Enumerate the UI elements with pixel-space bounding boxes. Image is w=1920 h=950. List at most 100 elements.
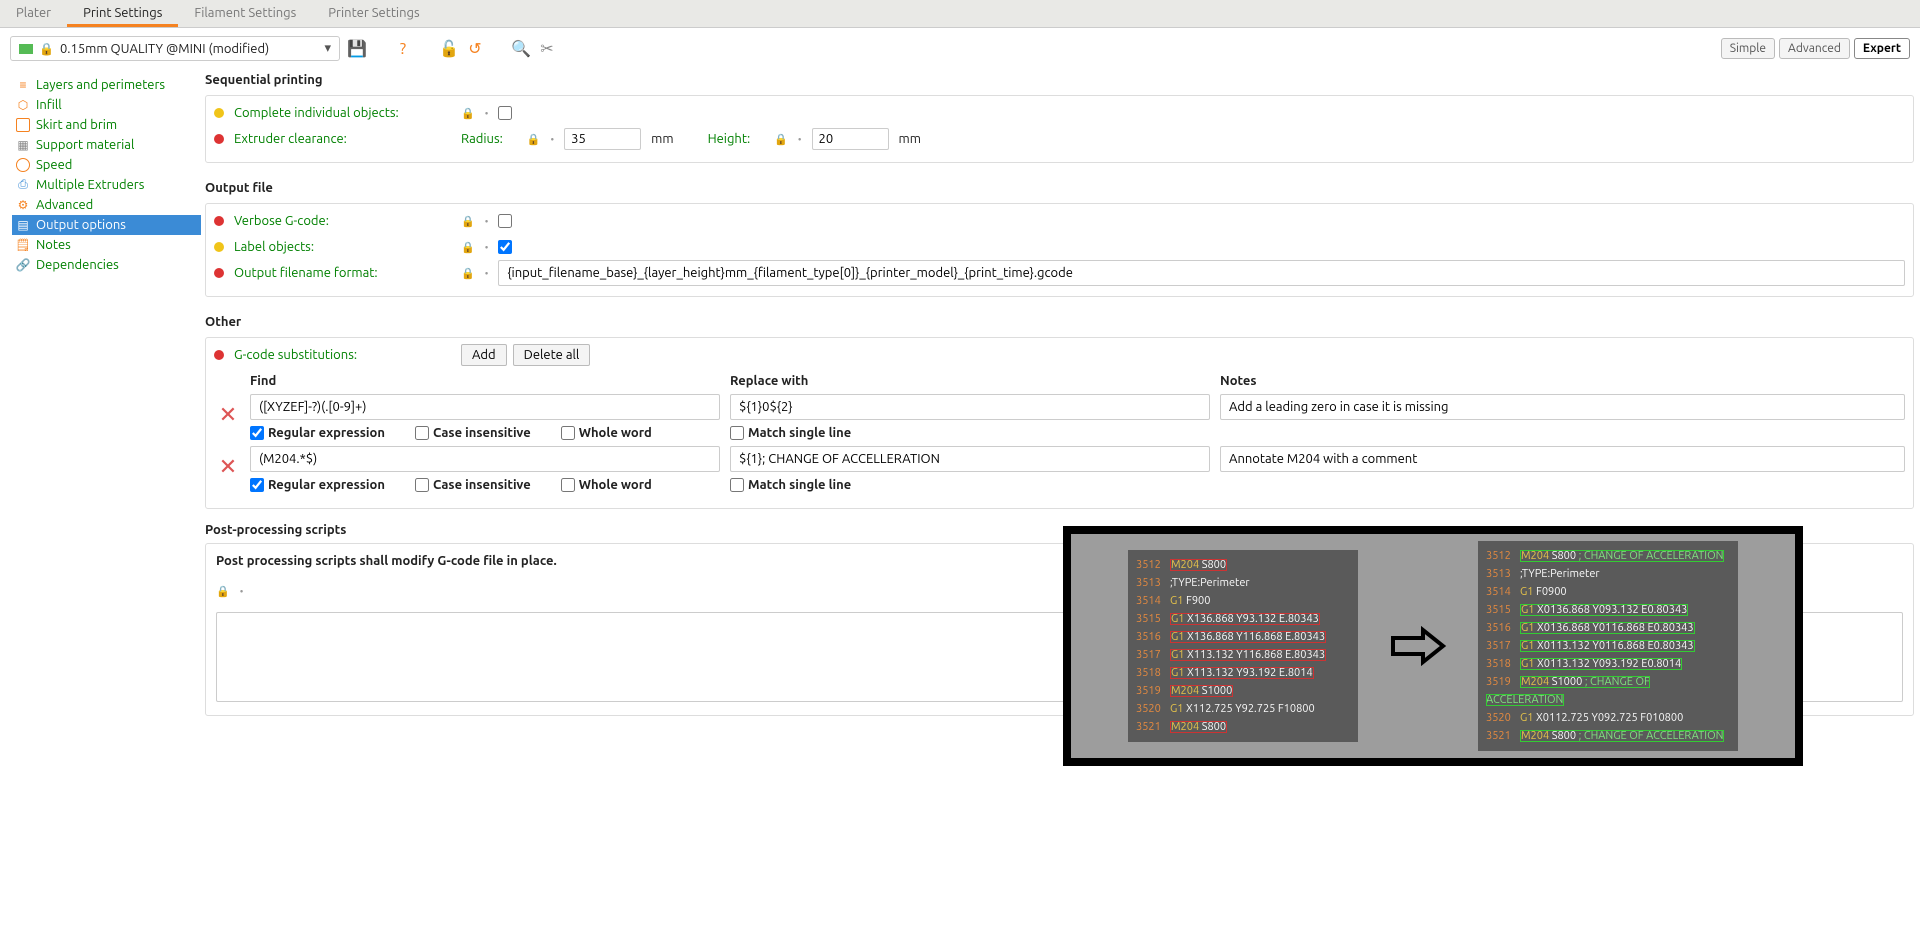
notes-icon: 🗒: [16, 238, 30, 252]
flag-label: Regular expression: [268, 426, 385, 440]
sidebar: ≡Layers and perimeters ⬡Infill Skirt and…: [0, 69, 205, 736]
dot-icon: •: [481, 268, 493, 279]
flag-label: Match single line: [748, 478, 851, 492]
skirt-icon: [16, 118, 30, 132]
label-gcode-subs: G-code substitutions:: [234, 348, 429, 362]
lock-icon[interactable]: 🔒: [527, 133, 541, 146]
sidebar-item-label: Speed: [36, 158, 72, 172]
undo-icon[interactable]: ↺: [466, 40, 484, 58]
sidebar-item-notes[interactable]: 🗒 Notes: [12, 235, 201, 255]
tab-printer-settings[interactable]: Printer Settings: [312, 0, 435, 27]
mode-expert[interactable]: Expert: [1854, 38, 1910, 59]
find-input[interactable]: [250, 394, 720, 420]
sidebar-item-label: Notes: [36, 238, 71, 252]
label-radius: Radius:: [461, 132, 503, 146]
arrow-icon: [1388, 626, 1448, 666]
notes-input[interactable]: [1220, 446, 1905, 472]
output-icon: ▤: [16, 218, 30, 232]
bullet-icon: [214, 242, 224, 252]
sidebar-item-dependencies[interactable]: 🔗 Dependencies: [12, 255, 201, 275]
unit-mm: mm: [899, 132, 921, 146]
whole-checkbox[interactable]: [561, 478, 575, 492]
flag-label: Whole word: [579, 478, 652, 492]
dot-icon: •: [547, 134, 559, 145]
dependencies-icon: 🔗: [16, 258, 30, 272]
column-header-notes: Notes: [1220, 374, 1257, 388]
single-checkbox[interactable]: [730, 478, 744, 492]
lock-action-icon[interactable]: 🔓: [440, 40, 458, 58]
sidebar-item-speed[interactable]: Speed: [12, 155, 201, 175]
sidebar-item-label: Support material: [36, 138, 134, 152]
chevron-down-icon: ▾: [324, 41, 331, 56]
lock-icon[interactable]: 🔒: [461, 241, 475, 254]
replace-input[interactable]: [730, 394, 1210, 420]
sidebar-item-layers[interactable]: ≡Layers and perimeters: [12, 75, 201, 95]
flag-label: Case insensitive: [433, 426, 531, 440]
tab-plater[interactable]: Plater: [0, 0, 67, 27]
sidebar-item-skirt[interactable]: Skirt and brim: [12, 115, 201, 135]
add-button[interactable]: Add: [461, 344, 507, 366]
sidebar-item-advanced[interactable]: ⚙Advanced: [12, 195, 201, 215]
advanced-icon: ⚙: [16, 198, 30, 212]
filename-format-input[interactable]: [498, 260, 1905, 286]
replace-input[interactable]: [730, 446, 1210, 472]
extruders-icon: ⎙: [16, 178, 30, 192]
content: Sequential printing Complete individual …: [205, 69, 1920, 736]
regex-checkbox[interactable]: [250, 478, 264, 492]
single-checkbox[interactable]: [730, 426, 744, 440]
notes-input[interactable]: [1220, 394, 1905, 420]
speed-icon: [16, 158, 30, 172]
support-icon: ▦: [16, 138, 30, 152]
compare-icon[interactable]: ✂: [538, 40, 556, 58]
column-header-replace: Replace with: [730, 374, 1210, 388]
delete-all-button[interactable]: Delete all: [513, 344, 591, 366]
tab-print-settings[interactable]: Print Settings: [67, 0, 178, 27]
code-pane-after: 3512M204 S800 ; CHANGE OF ACCELERATION35…: [1478, 541, 1738, 751]
lock-icon[interactable]: 🔒: [461, 267, 475, 280]
sidebar-item-infill[interactable]: ⬡Infill: [12, 95, 201, 115]
lock-icon[interactable]: 🔒: [216, 585, 230, 598]
bullet-icon: [214, 216, 224, 226]
tab-filament-settings[interactable]: Filament Settings: [178, 0, 312, 27]
preset-name: 0.15mm QUALITY @MINI (modified): [60, 42, 319, 56]
sidebar-item-support[interactable]: ▦ Support material: [12, 135, 201, 155]
dot-icon: •: [794, 134, 806, 145]
regex-checkbox[interactable]: [250, 426, 264, 440]
sidebar-item-output[interactable]: ▤Output options: [12, 215, 201, 235]
label-height: Height:: [708, 132, 751, 146]
sidebar-item-extruders[interactable]: ⎙Multiple Extruders: [12, 175, 201, 195]
flag-label: Whole word: [579, 426, 652, 440]
verbose-checkbox[interactable]: [498, 214, 512, 228]
delete-row-button[interactable]: ✕: [216, 454, 240, 480]
dot-icon: •: [481, 242, 493, 253]
lock-icon[interactable]: 🔒: [774, 133, 788, 146]
lock-icon[interactable]: 🔒: [461, 107, 475, 120]
sidebar-item-label: Dependencies: [36, 258, 119, 272]
mode-advanced[interactable]: Advanced: [1779, 38, 1850, 59]
mode-simple[interactable]: Simple: [1721, 38, 1775, 59]
flag-label: Regular expression: [268, 478, 385, 492]
help-icon[interactable]: ?: [394, 40, 412, 58]
lock-icon: 🔒: [39, 42, 54, 56]
sidebar-item-label: Skirt and brim: [36, 118, 117, 132]
section-title-sequential: Sequential printing: [205, 69, 1914, 95]
save-icon[interactable]: 💾: [348, 40, 366, 58]
case-checkbox[interactable]: [415, 426, 429, 440]
lock-icon[interactable]: 🔒: [461, 215, 475, 228]
delete-row-button[interactable]: ✕: [216, 402, 240, 428]
search-icon[interactable]: 🔍: [512, 40, 530, 58]
sidebar-item-label: Infill: [36, 98, 62, 112]
preset-select[interactable]: 🔒 0.15mm QUALITY @MINI (modified) ▾: [10, 36, 340, 61]
code-pane-before: 3512M204 S8003513;TYPE:Perimeter3514G1 F…: [1128, 550, 1358, 742]
layers-icon: ≡: [16, 78, 30, 92]
case-checkbox[interactable]: [415, 478, 429, 492]
section-title-other: Other: [205, 311, 1914, 337]
label-extruder-clearance: Extruder clearance:: [234, 132, 429, 146]
complete-objects-checkbox[interactable]: [498, 106, 512, 120]
radius-input[interactable]: [564, 128, 641, 150]
whole-checkbox[interactable]: [561, 426, 575, 440]
find-input[interactable]: [250, 446, 720, 472]
label-objects-checkbox[interactable]: [498, 240, 512, 254]
bullet-icon: [214, 134, 224, 144]
height-input[interactable]: [812, 128, 889, 150]
